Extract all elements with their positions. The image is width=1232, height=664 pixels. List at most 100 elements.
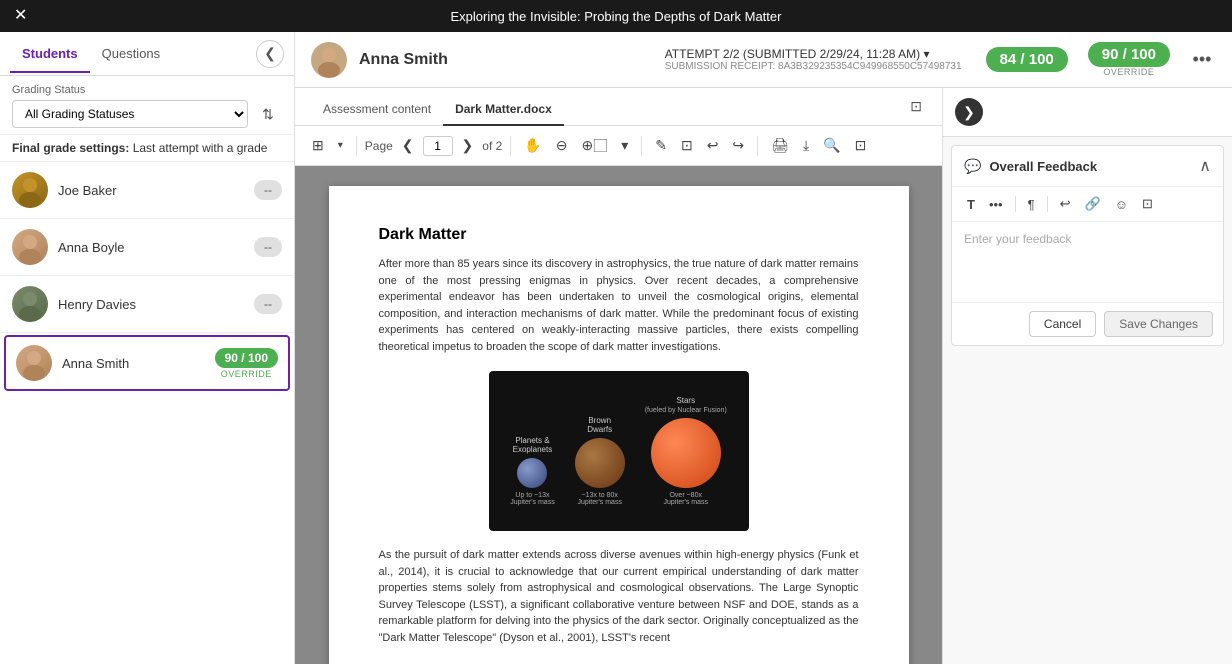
attempt-line[interactable]: ATTEMPT 2/2 (SUBMITTED 2/29/24, 11:28 AM… (665, 47, 962, 61)
feedback-actions: Cancel Save Changes (952, 302, 1223, 345)
header-avatar (311, 42, 347, 78)
page-label: Page (365, 139, 393, 153)
paragraph-icon: ¶ (1028, 197, 1035, 212)
fit-button[interactable]: ⃞ (602, 132, 612, 160)
collapse-arrow-icon: ❮ (264, 45, 276, 62)
view-dropdown-button[interactable]: ▾ (333, 136, 348, 155)
undo-button[interactable]: ↩ (702, 133, 724, 158)
grade-badge-anna-smith: 90 / 100 (215, 348, 278, 368)
planet-label-3: Stars(fueled by Nuclear Fusion) (645, 396, 727, 414)
student-item-anna-smith[interactable]: Anna Smith 90 / 100 OVERRIDE (4, 335, 290, 391)
download-button[interactable]: ⤓ (798, 133, 814, 158)
collapse-icon: ∧ (1199, 158, 1211, 175)
pdf-title: Dark Matter (379, 226, 859, 244)
save-changes-button[interactable]: Save Changes (1104, 311, 1213, 337)
tab-questions[interactable]: Questions (90, 36, 173, 73)
toolbar-divider-2 (510, 136, 511, 156)
emoji-button[interactable]: ☺ (1110, 194, 1133, 215)
student-item-henry-davies[interactable]: Henry Davies -- (0, 276, 294, 333)
fit-dropdown-button[interactable]: ▾ (616, 133, 633, 158)
zoom-out-button[interactable]: ⊖ (551, 133, 573, 158)
text-format-button[interactable]: T (962, 194, 980, 215)
grading-status-section: Grading Status All Grading Statuses ⇅ (0, 76, 294, 135)
more-icon: ••• (1193, 49, 1212, 70)
pan-button[interactable]: ✋ (519, 133, 546, 158)
close-button[interactable]: ✕ (14, 8, 27, 24)
undo-icon: ↩ (1060, 196, 1071, 211)
link-button[interactable]: 🔗 (1080, 193, 1106, 215)
toolbar-divider-1 (356, 136, 357, 156)
sidebar-collapse-button[interactable]: ❮ (256, 40, 284, 68)
toggle-arrow-icon: ❯ (963, 104, 975, 121)
sidebar-tabs: Students Questions ❮ (0, 32, 294, 76)
tab-dark-matter-doc[interactable]: Dark Matter.docx (443, 94, 564, 126)
grading-status-select[interactable]: All Grading Statuses (12, 100, 248, 128)
feedback-input-area[interactable]: Enter your feedback (952, 222, 1223, 302)
text-format-icon: T (967, 197, 975, 212)
feedback-placeholder: Enter your feedback (964, 232, 1071, 246)
planet-circle-3 (651, 418, 721, 488)
tab-students[interactable]: Students (10, 36, 90, 73)
planet-circle-2 (575, 438, 625, 488)
grade-badge-anna-boyle: -- (254, 237, 282, 257)
more-format-icon: ••• (989, 197, 1003, 212)
grade-col-joe-baker: -- (254, 180, 282, 200)
grade-badge-joe-baker: -- (254, 180, 282, 200)
avatar-anna-boyle (12, 229, 48, 265)
feedback-title: 💬 Overall Feedback (964, 158, 1199, 175)
planet-col-2: BrownDwarfs ~13x to 80x Jupiter's mass (575, 416, 625, 506)
feedback-divider-1 (1015, 196, 1016, 212)
panel-toggle-arrow[interactable]: ❯ (955, 98, 983, 126)
paragraph-button[interactable]: ¶ (1023, 194, 1040, 215)
page-number-input[interactable] (423, 136, 453, 156)
panel-toggle[interactable]: ❯ (943, 88, 1232, 137)
student-name-anna-smith: Anna Smith (62, 356, 215, 371)
window-title: Exploring the Invisible: Probing the Dep… (451, 9, 782, 24)
override-header-section: 90 / 100 OVERRIDE (1088, 42, 1170, 77)
feedback-icon: 💬 (964, 158, 981, 175)
planet-label-2: BrownDwarfs (587, 416, 612, 434)
final-grade-label: Final grade settings: (12, 141, 129, 155)
redo-button[interactable]: ↪ (727, 133, 749, 158)
feedback-divider-2 (1047, 196, 1048, 212)
pdf-content[interactable]: Dark Matter After more than 85 years sin… (295, 166, 942, 664)
pdf-toolbar: ⊞ ▾ Page ❮ ❯ of 2 ✋ ⊖ ⊕ ⃞ ▾ (295, 126, 942, 166)
planet-sublabel-3: Over ~80x Jupiter's mass (663, 492, 708, 506)
right-panel: ❯ 💬 Overall Feedback ∧ (942, 88, 1232, 664)
annotate-button[interactable]: ✎ (650, 133, 672, 158)
sort-button[interactable]: ⇅ (254, 100, 282, 128)
more-format-button[interactable]: ••• (984, 194, 1008, 215)
cancel-button[interactable]: Cancel (1029, 311, 1096, 337)
media-icon: ⊡ (1142, 196, 1153, 211)
student-item-anna-boyle[interactable]: Anna Boyle -- (0, 219, 294, 276)
tab-assessment-content[interactable]: Assessment content (311, 94, 443, 126)
main-container: Students Questions ❮ Grading Status All … (0, 32, 1232, 664)
toolbar-divider-3 (641, 136, 642, 156)
toolbar-divider-4 (757, 136, 758, 156)
media-button[interactable]: ⊡ (1137, 193, 1158, 215)
prev-page-button[interactable]: ❮ (397, 133, 419, 158)
view-mode-button[interactable]: ⊞ (307, 133, 329, 158)
search-button[interactable]: 🔍 (818, 133, 845, 158)
page-of-label: of 2 (482, 139, 502, 153)
pdf-paragraph-1: After more than 85 years since its disco… (379, 256, 859, 355)
grade-col-anna-smith: 90 / 100 OVERRIDE (215, 348, 278, 379)
content-area: Anna Smith ATTEMPT 2/2 (SUBMITTED 2/29/2… (295, 32, 1232, 664)
more-toolbar-button[interactable]: ⊡ (850, 133, 872, 158)
undo-feedback-button[interactable]: ↩ (1055, 193, 1076, 215)
zoom-in-button[interactable]: ⊕ (576, 133, 598, 158)
emoji-icon: ☺ (1115, 197, 1128, 212)
student-item-joe-baker[interactable]: Joe Baker -- (0, 162, 294, 219)
doc-expand-button[interactable]: ⊡ (906, 94, 926, 119)
attempt-info: ATTEMPT 2/2 (SUBMITTED 2/29/24, 11:28 AM… (665, 47, 962, 72)
planet-label-1: Planets &Exoplanets (513, 436, 553, 454)
score-display: 84 / 100 (986, 47, 1068, 72)
feedback-collapse-button[interactable]: ∧ (1199, 156, 1211, 176)
duplicate-button[interactable]: ⊡ (676, 133, 698, 158)
avatar-joe-baker (12, 172, 48, 208)
print-button[interactable]: 🖨 (766, 133, 794, 158)
grade-col-anna-boyle: -- (254, 237, 282, 257)
more-options-button[interactable]: ••• (1188, 46, 1216, 74)
next-page-button[interactable]: ❯ (457, 133, 479, 158)
planet-circle-1 (517, 458, 547, 488)
